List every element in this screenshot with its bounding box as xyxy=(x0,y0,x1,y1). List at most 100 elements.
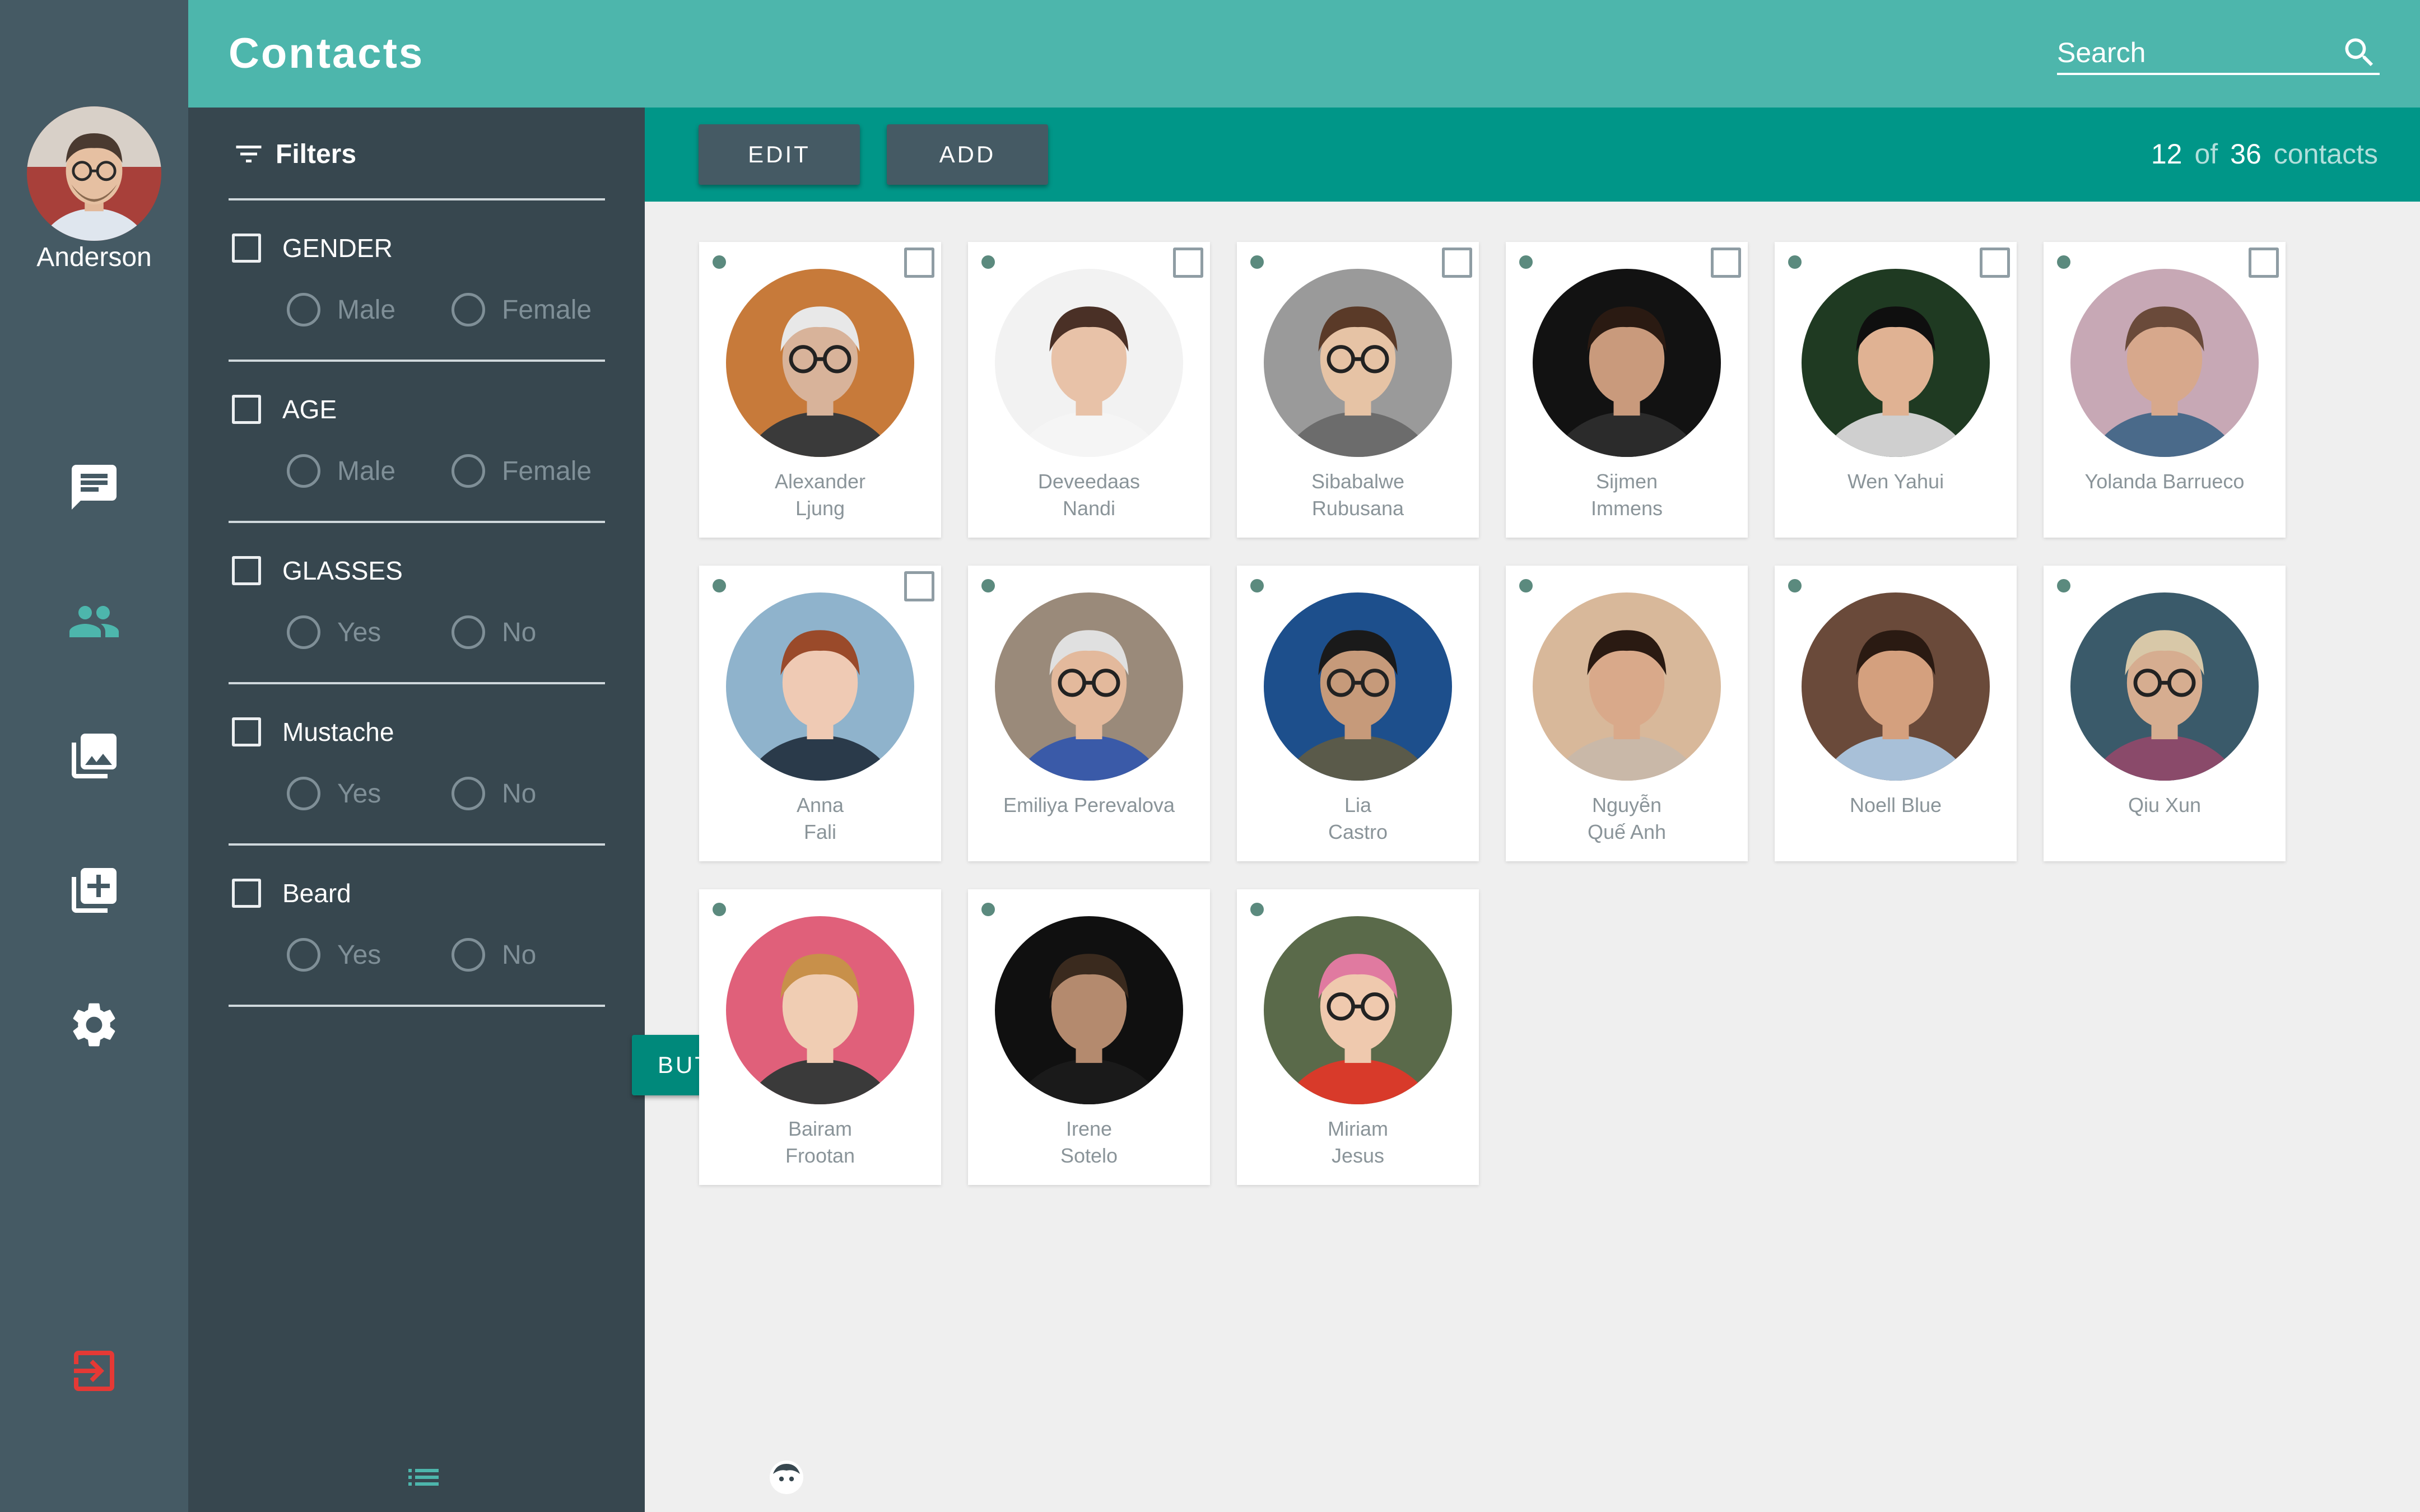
search-icon[interactable] xyxy=(2340,34,2379,72)
radio-label: Yes xyxy=(337,940,381,970)
contact-card[interactable]: Wen Yahui xyxy=(1775,242,2017,538)
contact-card[interactable]: Qiu Xun xyxy=(2044,566,2286,861)
contact-photo xyxy=(1533,592,1721,781)
contact-card[interactable]: Deveedaas Nandi xyxy=(968,242,1210,538)
select-checkbox[interactable] xyxy=(2249,248,2279,278)
contact-photo xyxy=(995,916,1183,1104)
radio-option[interactable]: Female xyxy=(452,454,592,488)
contact-card[interactable]: Lia Castro xyxy=(1237,566,1479,861)
contact-photo xyxy=(726,916,914,1104)
status-dot xyxy=(1519,255,1533,269)
checkbox[interactable] xyxy=(232,879,261,908)
add-button[interactable]: ADD xyxy=(887,124,1048,185)
checkbox[interactable] xyxy=(232,717,261,746)
status-dot xyxy=(2057,579,2070,592)
search-input[interactable] xyxy=(2057,32,2326,73)
radio-label: Yes xyxy=(337,617,381,647)
radio-option[interactable]: Male xyxy=(287,293,395,326)
contact-name: Miriam Jesus xyxy=(1328,1117,1388,1167)
filter-label: GLASSES xyxy=(282,556,403,585)
radio-button[interactable] xyxy=(287,938,320,972)
radio-option[interactable]: Yes xyxy=(287,615,381,649)
filter-beard-toggle[interactable]: Beard xyxy=(232,874,351,913)
nav-gallery[interactable] xyxy=(66,728,122,784)
contact-name: Sibabalwe Rubusana xyxy=(1311,470,1405,520)
radio-option[interactable]: Yes xyxy=(287,938,381,972)
list-icon[interactable] xyxy=(403,1457,444,1497)
select-checkbox[interactable] xyxy=(1442,248,1472,278)
nav-chat[interactable] xyxy=(66,459,122,515)
contact-card[interactable]: Irene Sotelo xyxy=(968,889,1210,1185)
contact-card[interactable]: Yolanda Barrueco xyxy=(2044,242,2286,538)
radio-option[interactable]: No xyxy=(452,938,536,972)
contact-card[interactable]: Bairam Frootan xyxy=(699,889,941,1185)
radio-option[interactable]: Male xyxy=(287,454,395,488)
filter-age-toggle[interactable]: AGE xyxy=(232,390,337,429)
nav-logout[interactable] xyxy=(66,1343,122,1399)
radio-button[interactable] xyxy=(452,615,485,649)
radio-option[interactable]: No xyxy=(452,615,536,649)
contact-card[interactable]: Nguyễn Quế Anh xyxy=(1506,566,1748,861)
checkbox[interactable] xyxy=(232,556,261,585)
contact-card[interactable]: Miriam Jesus xyxy=(1237,889,1479,1185)
select-checkbox[interactable] xyxy=(1711,248,1741,278)
select-checkbox[interactable] xyxy=(1173,248,1203,278)
radio-button[interactable] xyxy=(287,293,320,326)
radio-button[interactable] xyxy=(287,615,320,649)
nav-rail: Anderson xyxy=(0,0,188,1512)
contact-card[interactable]: Sibabalwe Rubusana xyxy=(1237,242,1479,538)
divider xyxy=(229,1005,605,1007)
contact-name: Sijmen Immens xyxy=(1590,470,1663,520)
contact-card[interactable]: Anna Fali xyxy=(699,566,941,861)
radio-label: Female xyxy=(502,456,592,486)
radio-label: Male xyxy=(337,295,396,325)
contact-photo xyxy=(1802,592,1990,781)
divider xyxy=(229,682,605,684)
select-checkbox[interactable] xyxy=(904,248,934,278)
filters-header[interactable]: Filters xyxy=(232,134,356,174)
radio-button[interactable] xyxy=(452,938,485,972)
contact-card[interactable]: Sijmen Immens xyxy=(1506,242,1748,538)
radio-button[interactable] xyxy=(452,777,485,810)
radio-option[interactable]: No xyxy=(452,777,536,810)
radio-button[interactable] xyxy=(452,454,485,488)
status-dot xyxy=(981,903,995,916)
filter-group-age: AGE Male Female xyxy=(232,390,607,547)
radio-option[interactable]: Female xyxy=(452,293,592,326)
filter-mustache-toggle[interactable]: Mustache xyxy=(232,712,394,752)
contact-card[interactable]: Emiliya Perevalova xyxy=(968,566,1210,861)
status-dot xyxy=(1250,255,1264,269)
radio-button[interactable] xyxy=(287,454,320,488)
status-dot xyxy=(1250,903,1264,916)
logout-icon xyxy=(74,1351,114,1391)
radio-button[interactable] xyxy=(452,293,485,326)
select-checkbox[interactable] xyxy=(904,571,934,601)
page-title: Contacts xyxy=(229,30,425,77)
contact-photo xyxy=(1264,269,1452,457)
contact-name: Nguyễn Quế Anh xyxy=(1587,794,1667,843)
user-name: Anderson xyxy=(36,242,152,272)
filter-glasses-toggle[interactable]: GLASSES xyxy=(232,551,403,590)
radio-option[interactable]: Yes xyxy=(287,777,381,810)
people-icon xyxy=(69,606,119,637)
filter-label: Beard xyxy=(282,879,351,908)
contact-card[interactable]: Noell Blue xyxy=(1775,566,2017,861)
contact-photo xyxy=(1264,592,1452,781)
nav-add[interactable] xyxy=(66,862,122,918)
contact-card[interactable]: Alexander Ljung xyxy=(699,242,941,538)
face-icon[interactable] xyxy=(766,1457,807,1497)
select-checkbox[interactable] xyxy=(1980,248,2010,278)
radio-label: No xyxy=(502,778,537,809)
count-of: of xyxy=(2194,138,2218,170)
checkbox[interactable] xyxy=(232,234,261,263)
nav-contacts[interactable] xyxy=(66,594,122,650)
filter-gender-toggle[interactable]: GENDER xyxy=(232,228,393,268)
edit-button[interactable]: EDIT xyxy=(699,124,860,185)
user-avatar[interactable] xyxy=(27,106,161,241)
status-dot xyxy=(713,255,726,269)
contact-photo xyxy=(995,592,1183,781)
filter-label: GENDER xyxy=(282,234,393,263)
nav-settings[interactable] xyxy=(66,997,122,1053)
checkbox[interactable] xyxy=(232,395,261,424)
radio-button[interactable] xyxy=(287,777,320,810)
